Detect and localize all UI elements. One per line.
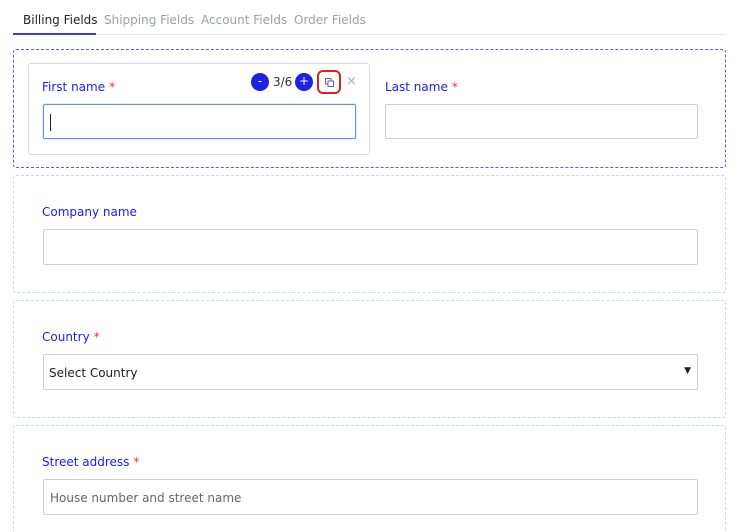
text-cursor (50, 114, 51, 131)
active-tab-indicator (13, 33, 96, 35)
tab-account-fields[interactable]: Account Fields (201, 13, 287, 27)
required-asterisk: * (451, 80, 458, 94)
caret-down-icon: ▼ (684, 366, 691, 376)
country-select[interactable]: Select Country ▼ (43, 354, 698, 390)
first-name-input[interactable] (43, 104, 356, 139)
required-asterisk: * (133, 455, 140, 469)
company-name-input[interactable] (43, 229, 698, 265)
street-address-label: Street address * (42, 455, 140, 469)
copy-button[interactable] (317, 70, 341, 94)
required-asterisk: * (93, 330, 100, 344)
street-address-input[interactable]: House number and street name (43, 479, 698, 515)
increment-button[interactable]: + (295, 73, 313, 91)
tab-order-fields[interactable]: Order Fields (294, 13, 366, 27)
close-icon[interactable]: × (346, 74, 357, 89)
last-name-input[interactable] (385, 104, 698, 139)
copy-icon (325, 78, 334, 87)
tab-shipping-fields[interactable]: Shipping Fields (104, 13, 194, 27)
last-name-label: Last name * (385, 80, 458, 94)
first-name-label: First name * (42, 80, 116, 94)
country-select-value: Select Country (49, 366, 138, 380)
tab-bar: Billing Fields Shipping Fields Account F… (13, 0, 726, 35)
required-asterisk: * (109, 80, 116, 94)
tab-billing-fields[interactable]: Billing Fields (23, 13, 98, 27)
decrement-button[interactable]: - (251, 73, 269, 91)
company-name-label: Company name (42, 205, 137, 219)
street-address-placeholder: House number and street name (50, 491, 242, 505)
field-width-counter: 3/6 (273, 75, 293, 89)
country-label: Country * (42, 330, 100, 344)
